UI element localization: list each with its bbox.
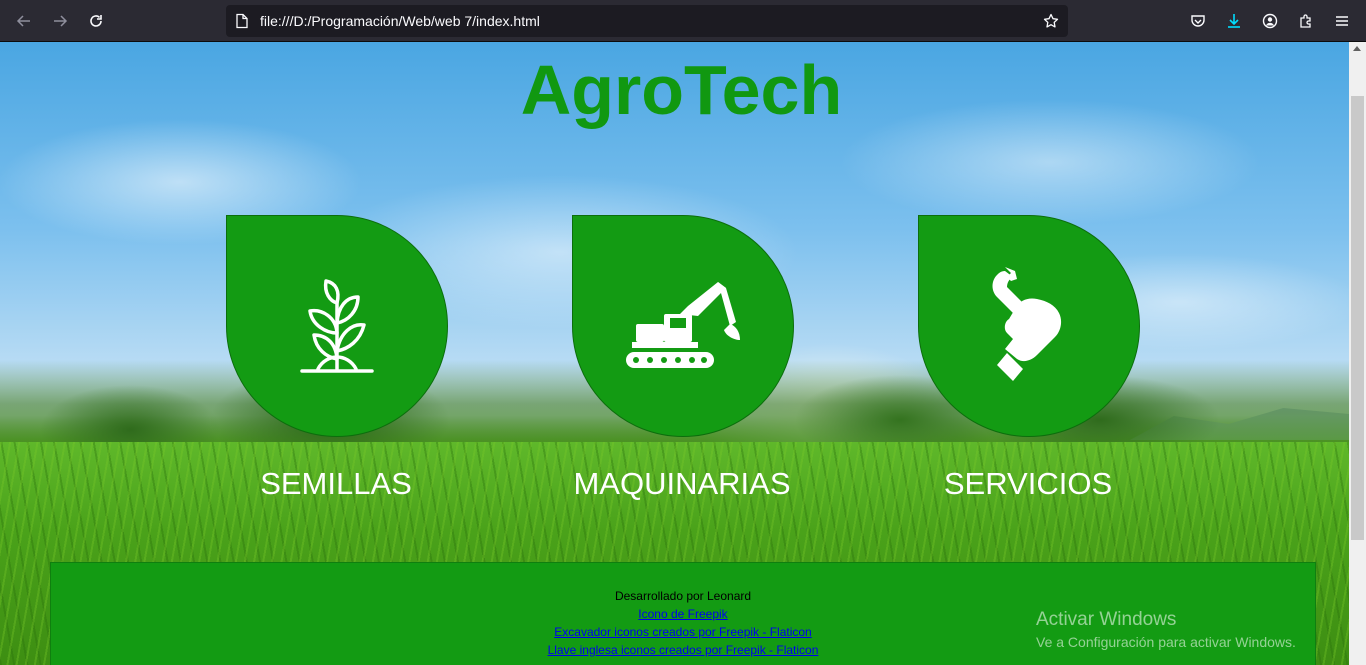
excavator-icon [626,282,740,368]
scrollbar-thumb[interactable] [1351,96,1364,540]
extensions-button[interactable] [1292,7,1320,35]
pocket-button[interactable] [1184,7,1212,35]
downloads-icon [1228,14,1240,28]
card-label-servicios[interactable]: SERVICIOS [878,466,1178,502]
back-button[interactable] [10,7,38,35]
address-bar[interactable]: file:///D:/Programación/Web/web 7/index.… [226,5,1068,37]
url-text[interactable]: file:///D:/Programación/Web/web 7/index.… [260,13,540,29]
card-label-maquinarias[interactable]: MAQUINARIAS [532,466,832,502]
forward-icon [54,15,68,27]
site-title: AgroTech [520,51,843,129]
windows-activation-watermark: Activar Windows Ve a Configuración para … [1036,609,1296,650]
reload-button[interactable] [82,7,110,35]
account-button[interactable] [1256,7,1284,35]
menu-icon [1336,16,1348,26]
scroll-up-arrow-icon[interactable] [1353,46,1361,51]
activation-title: Activar Windows [1036,609,1177,630]
page-viewport: AgroTech SEMILLAS MAQUINARIAS SERVICIOS … [0,42,1349,665]
forward-button[interactable] [46,7,74,35]
footer-developer-credit: Desarrollado por Leonard [614,589,752,603]
downloads-button[interactable] [1220,7,1248,35]
wrench-hand-icon [992,267,1062,381]
card-servicios[interactable] [918,215,1140,437]
seedling-icon [300,279,374,373]
card-semillas[interactable] [226,215,448,437]
bookmark-star-icon [1043,13,1059,28]
bookmark-button[interactable] [1040,10,1062,32]
pocket-icon [1191,15,1205,27]
reload-icon [90,15,102,27]
card-maquinarias[interactable] [572,215,794,437]
card-label-semillas[interactable]: SEMILLAS [186,466,486,502]
vertical-scrollbar[interactable] [1349,42,1366,665]
extensions-icon [1300,14,1311,28]
page-icon [236,13,248,29]
back-icon [16,15,30,27]
activation-subtitle: Ve a Configuración para activar Windows. [1036,634,1296,650]
app-menu-button[interactable] [1328,7,1356,35]
browser-toolbar: file:///D:/Programación/Web/web 7/index.… [0,0,1366,42]
account-icon [1262,13,1278,29]
